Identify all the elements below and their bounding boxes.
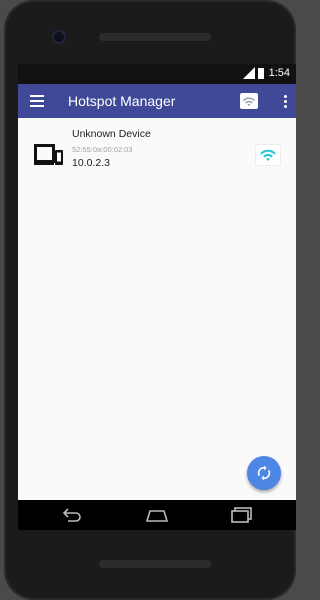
- list-item[interactable]: Unknown Device 52:55:0a:00:02:03 10.0.2.…: [18, 118, 296, 180]
- battery-icon: [257, 67, 264, 79]
- more-vert-icon[interactable]: [282, 94, 288, 108]
- back-icon[interactable]: [60, 508, 84, 522]
- app-bar: Hotspot Manager: [18, 84, 296, 118]
- device-name: Unknown Device: [72, 128, 151, 140]
- wifi-toggle-button[interactable]: [240, 93, 258, 109]
- wifi-icon: [242, 96, 256, 106]
- refresh-button[interactable]: [247, 456, 281, 490]
- device-mac: 52:55:0a:00:02:03: [72, 145, 133, 154]
- recent-apps-icon[interactable]: [230, 507, 254, 523]
- status-time: 1:54: [268, 67, 290, 79]
- app-title: Hotspot Manager: [68, 93, 176, 109]
- home-icon[interactable]: [144, 508, 170, 522]
- earpiece-speaker: [99, 33, 211, 41]
- menu-icon[interactable]: [30, 95, 44, 107]
- screen: 1:54 Hotspot Manager Unknown Device 52:5…: [18, 64, 296, 530]
- phone-frame: 1:54 Hotspot Manager Unknown Device 52:5…: [4, 0, 296, 600]
- devices-icon: [34, 144, 63, 165]
- device-list: Unknown Device 52:55:0a:00:02:03 10.0.2.…: [18, 118, 296, 500]
- signal-icon: [242, 67, 255, 79]
- device-status-badge: [256, 145, 280, 165]
- status-bar: 1:54: [18, 64, 296, 84]
- device-ip: 10.0.2.3: [72, 157, 110, 169]
- front-camera: [54, 32, 64, 42]
- wifi-icon: [260, 149, 276, 161]
- navigation-bar: [18, 500, 296, 530]
- refresh-icon: [257, 465, 271, 481]
- bottom-speaker: [99, 560, 211, 568]
